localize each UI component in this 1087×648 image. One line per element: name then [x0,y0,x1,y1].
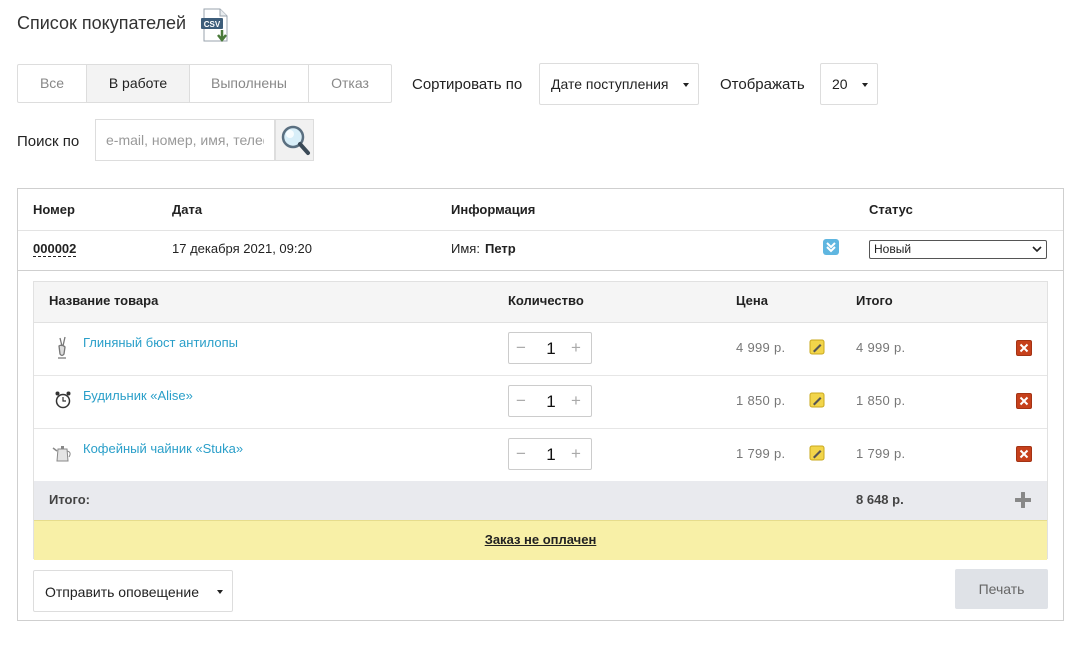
quantity-stepper: − 1 + [508,385,592,417]
chevron-down-icon [862,83,868,87]
antelope-bust-icon [52,336,72,360]
col-number: Номер [33,202,75,217]
chevron-down-icon [1032,246,1042,253]
item-price: 4 999 р. [736,340,786,355]
total-value: 8 648 р. [856,492,904,507]
chevron-down-icon [217,590,223,594]
print-button[interactable]: Печать [955,569,1048,609]
col-quantity: Количество [508,293,584,308]
col-product: Название товара [49,293,159,308]
item-link[interactable]: Будильник «Alise» [83,388,193,403]
search-button[interactable] [275,119,314,161]
edit-price-icon[interactable] [809,339,825,355]
search-input[interactable] [95,119,275,161]
order-name-label: Имя: [451,241,480,256]
send-notification-select[interactable]: Отправить оповещение [33,570,233,612]
tab-rejected[interactable]: Отказ [309,65,391,102]
display-label: Отображать [720,76,805,93]
display-select[interactable]: 20 [820,63,878,105]
order-date: 17 декабря 2021, 09:20 [172,241,312,256]
col-info: Информация [451,202,536,217]
sort-select[interactable]: Дате поступления [539,63,699,105]
items-table-header: Название товара Количество Цена Итого [34,282,1047,323]
status-select[interactable]: Новый [869,240,1047,259]
page-title: Список покупателей [17,13,187,33]
order-row: 000002 17 декабря 2021, 09:20 Имя: Петр … [18,230,1063,271]
items-total-row: Итого: 8 648 р. [34,481,1047,520]
delete-icon[interactable] [1016,340,1032,356]
tab-completed[interactable]: Выполнены [190,65,309,102]
item-row: Глиняный бюст антилопы − 1 + 4 999 р. 4 … [34,322,1047,376]
item-link[interactable]: Глиняный бюст антилопы [83,335,238,350]
magnifier-icon [281,125,310,155]
increment-button[interactable]: + [571,338,581,358]
orders-table-header: Номер Дата Информация Статус [18,189,1063,231]
sort-label: Сортировать по [412,76,523,93]
expand-icon[interactable] [823,239,839,255]
delete-icon[interactable] [1016,446,1032,462]
add-item-icon[interactable] [1014,491,1032,509]
item-total: 4 999 р. [856,340,906,355]
item-row: Кофейный чайник «Stuka» − 1 + 1 799 р. 1… [34,428,1047,482]
item-total: 1 799 р. [856,446,906,461]
status-select-value: Новый [874,242,912,256]
payment-status-banner: Заказ не оплачен [34,520,1047,560]
col-price: Цена [736,293,768,308]
total-label: Итого: [49,492,90,507]
quantity-stepper: − 1 + [508,438,592,470]
item-price: 1 799 р. [736,446,786,461]
item-row: Будильник «Alise» − 1 + 1 850 р. 1 850 р… [34,375,1047,429]
delete-icon[interactable] [1016,393,1032,409]
item-price: 1 850 р. [736,393,786,408]
order-number-link[interactable]: 000002 [33,241,77,257]
increment-button[interactable]: + [571,444,581,464]
col-date: Дата [172,202,203,217]
unpaid-link[interactable]: Заказ не оплачен [34,521,1047,559]
csv-icon-text: CSV [204,20,221,29]
search-label: Поиск по [17,133,80,150]
item-total: 1 850 р. [856,393,906,408]
display-select-value: 20 [832,76,848,92]
col-status: Статус [869,202,913,217]
sort-select-value: Дате поступления [551,76,669,92]
send-notification-label: Отправить оповещение [45,584,200,600]
increment-button[interactable]: + [571,391,581,411]
edit-price-icon[interactable] [809,445,825,461]
order-name-value: Петр [485,241,516,256]
csv-export-icon[interactable]: CSV [200,8,234,44]
tab-in-progress[interactable]: В работе [87,65,190,102]
quantity-stepper: − 1 + [508,332,592,364]
col-total: Итого [856,293,893,308]
status-tabs: Все В работе Выполнены Отказ [17,64,392,103]
edit-price-icon[interactable] [809,392,825,408]
item-link[interactable]: Кофейный чайник «Stuka» [83,441,243,456]
coffee-kettle-icon [52,442,74,464]
alarm-clock-icon [54,390,72,410]
chevron-down-icon [683,83,689,87]
tab-all[interactable]: Все [18,65,87,102]
